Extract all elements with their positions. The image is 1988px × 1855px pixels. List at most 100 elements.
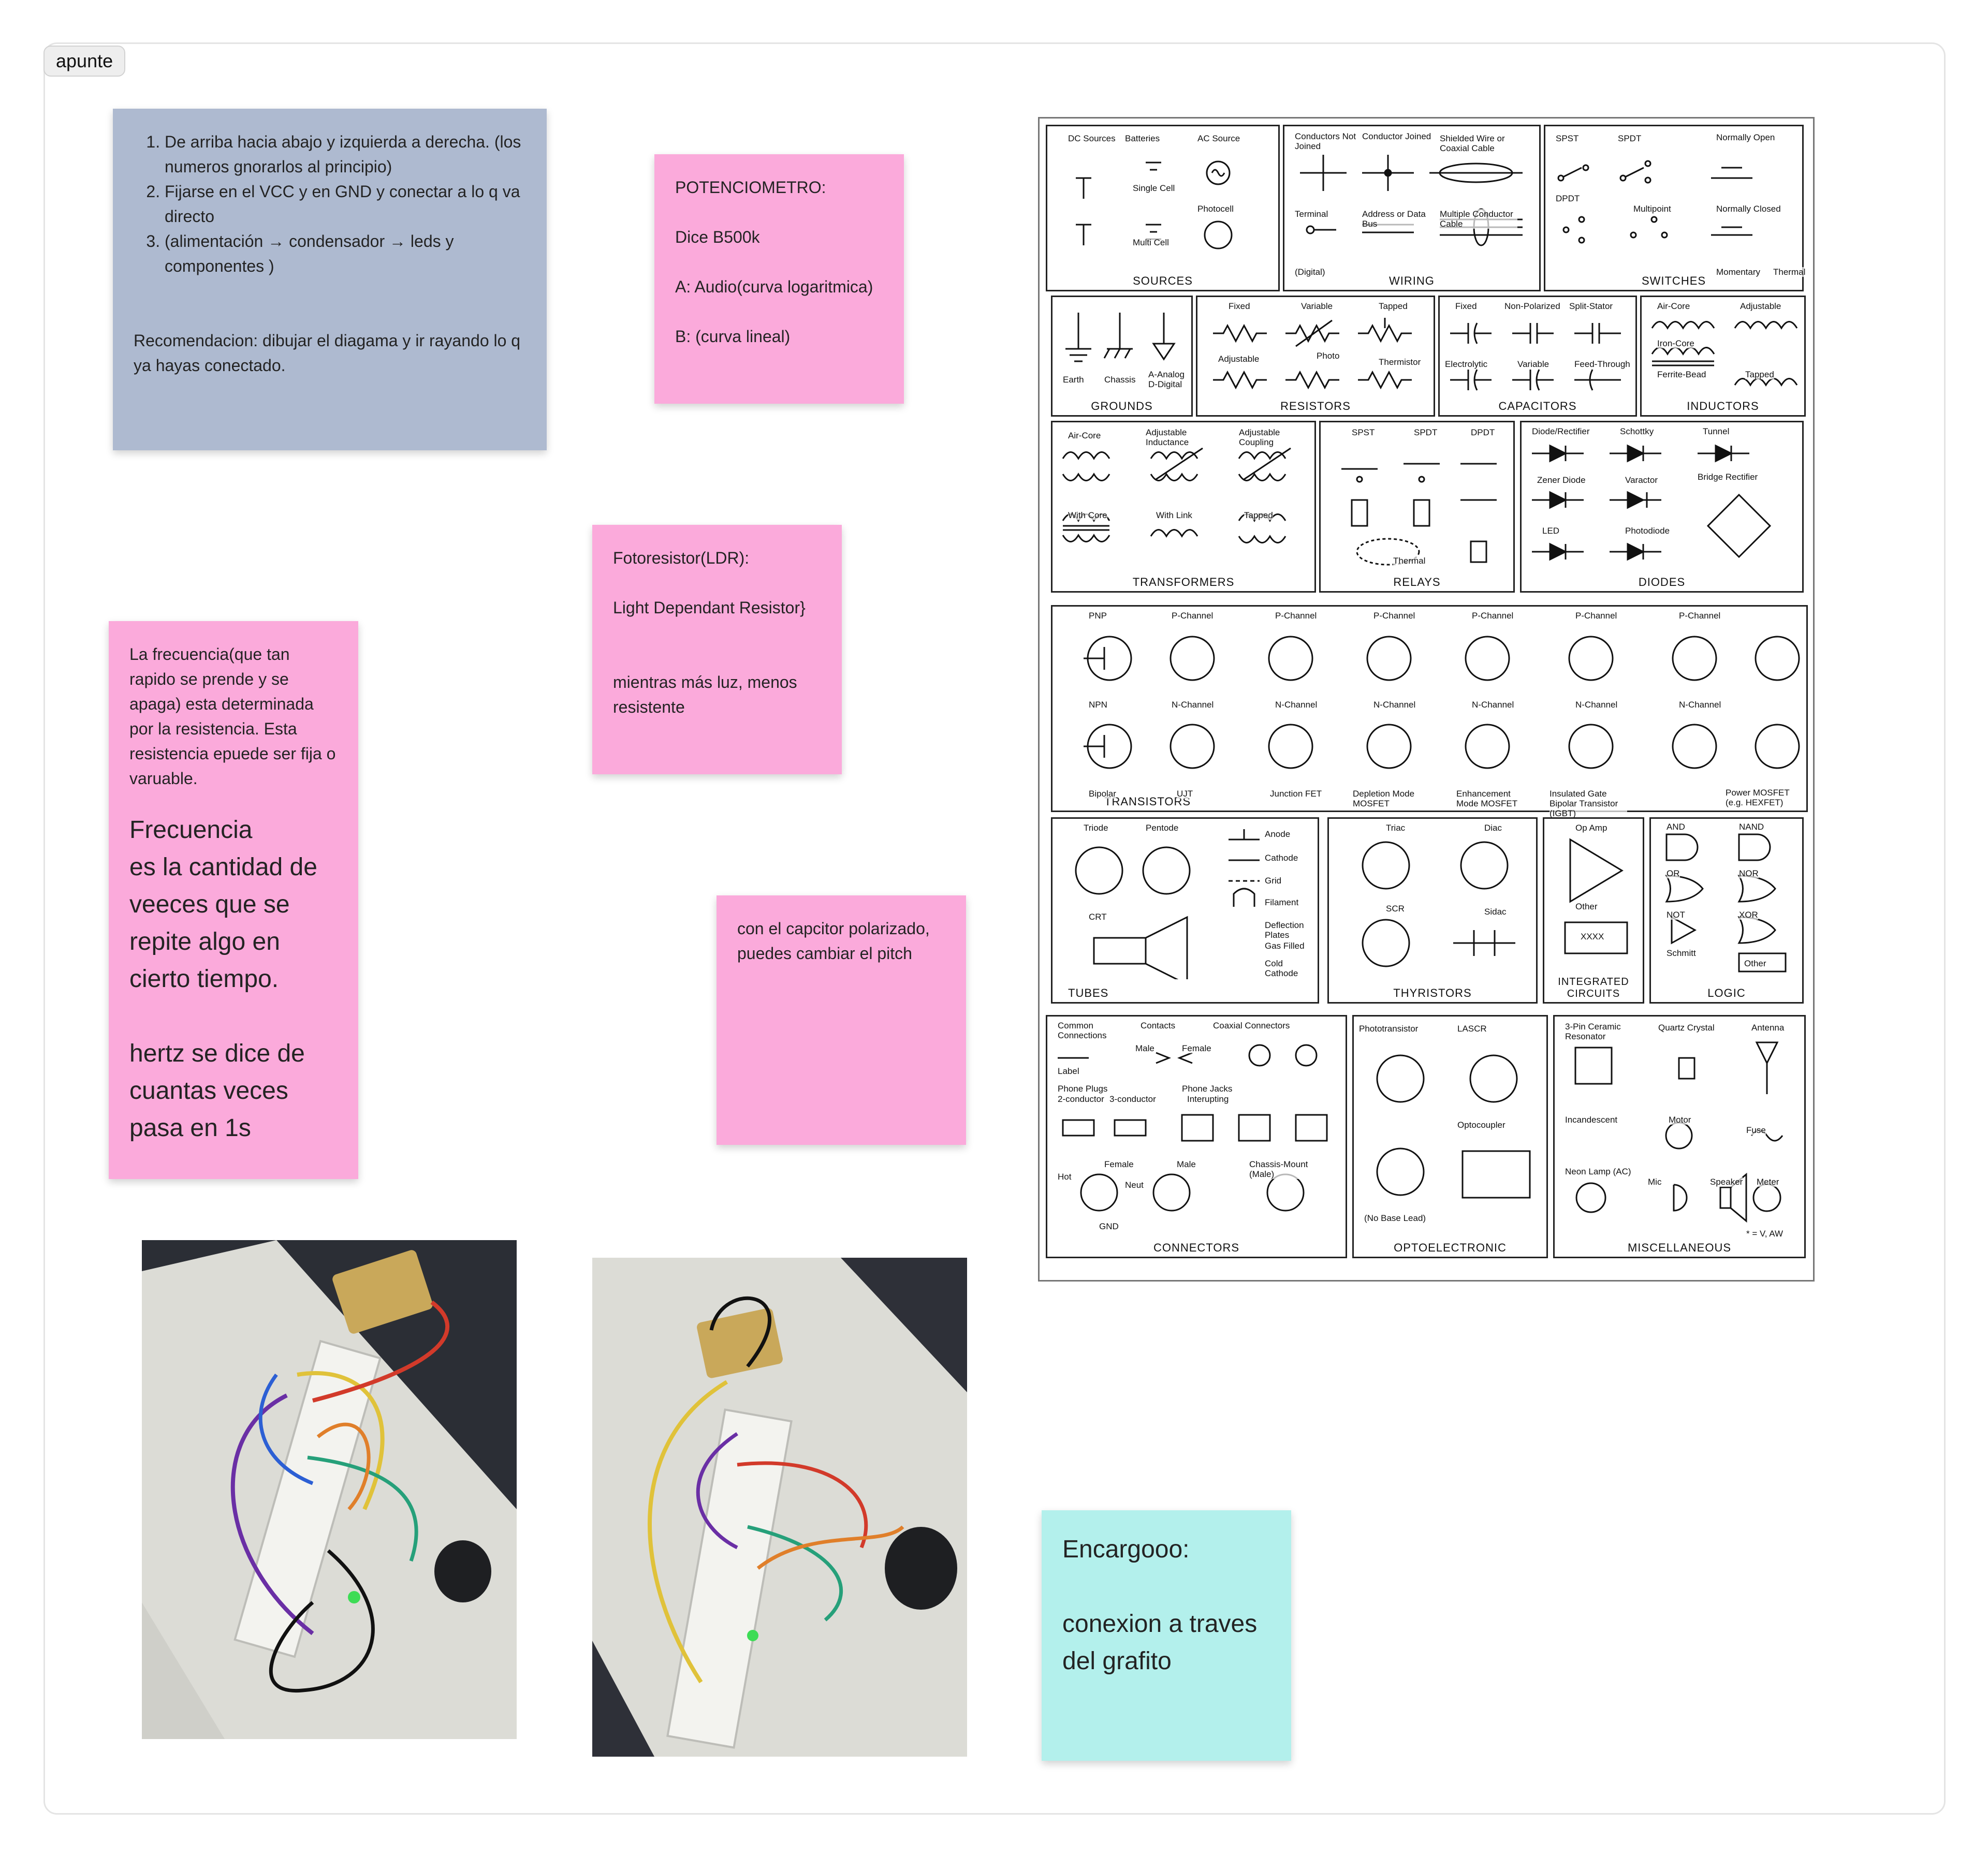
symbol-label: SPDT xyxy=(1414,428,1438,437)
symbol-label: P-Channel xyxy=(1373,611,1415,621)
symbol-label: Neon Lamp (AC) xyxy=(1565,1167,1631,1176)
symbol-label: Coaxial Connectors xyxy=(1213,1021,1290,1030)
note-large-text: hertz se dice de cuantas veces pasa en 1… xyxy=(129,1040,305,1142)
panel-connectors: CONNECTORS Common Connections Contacts Coa… xyxy=(1046,1015,1347,1258)
panel-grounds: GROUNDS Earth Chassis A-Analog D-Digital xyxy=(1051,296,1193,417)
resistors-symbols xyxy=(1213,318,1412,390)
symbol-label: GND xyxy=(1099,1221,1119,1231)
symbol-label: Cathode xyxy=(1265,853,1298,863)
symbol-label: Antenna xyxy=(1751,1023,1785,1033)
symbol-label: Junction FET xyxy=(1270,789,1322,799)
symbol-label: Phone Plugs xyxy=(1058,1084,1108,1094)
symbol-label: Female xyxy=(1182,1043,1211,1053)
symbol-label: Pentode xyxy=(1146,823,1179,833)
breadboard-photo-1[interactable] xyxy=(142,1240,517,1739)
panel-title: SOURCES xyxy=(1133,274,1193,287)
panel-integrated-circuits: INTEGRATED CIRCUITS Op Amp Other XXXX xyxy=(1543,817,1644,1004)
symbol-label: Fixed xyxy=(1229,301,1250,311)
symbol-label: Variable xyxy=(1517,359,1550,369)
symbol-label: Triode xyxy=(1084,823,1108,833)
symbol-label: AND xyxy=(1667,822,1685,832)
symbol-label: DPDT xyxy=(1556,194,1580,203)
symbol-label: N-Channel xyxy=(1679,700,1721,710)
note-title: POTENCIOMETRO: xyxy=(675,178,826,197)
symbol-label: Conductor Joined xyxy=(1362,131,1431,141)
ic-symbols xyxy=(1564,838,1628,954)
panel-title: TUBES xyxy=(1068,987,1109,999)
symbol-label: Multipoint xyxy=(1633,204,1671,214)
symbol-label: Female xyxy=(1104,1159,1134,1169)
symbol-label: Single Cell xyxy=(1133,183,1175,193)
note-line: mientras más luz, menos resistente xyxy=(613,673,797,716)
panel-capacitors: CAPACITORS Fixed Non-Polarized Split-Stato… xyxy=(1438,296,1637,417)
frame-label[interactable]: apunte xyxy=(43,46,126,77)
symbol-label: Multiple Conductor Cable xyxy=(1440,209,1517,229)
potenciometro-note[interactable]: POTENCIOMETRO: Dice B500k A: Audio(curva… xyxy=(654,154,904,404)
symbol-label: Fixed xyxy=(1455,301,1477,311)
panel-title: TRANSFORMERS xyxy=(1132,576,1235,588)
symbol-label: DC Sources xyxy=(1068,134,1116,143)
electronic-symbols-chart[interactable]: SOURCES DC Sources Batteries AC Source Sing… xyxy=(1038,117,1815,1282)
symbol-label: CRT xyxy=(1089,912,1107,922)
panel-title: INTEGRATED CIRCUITS xyxy=(1558,976,1629,999)
symbol-label: SPST xyxy=(1556,134,1579,143)
panel-transformers: TRANSFORMERS Air-Core Adjustable Inductan… xyxy=(1051,421,1316,593)
panel-relays: RELAYS SPST SPDT DPDT Thermal xyxy=(1319,421,1515,593)
symbol-label: Enhancement Mode MOSFET xyxy=(1456,789,1534,808)
symbol-label: Motor xyxy=(1669,1115,1691,1125)
symbol-label: Schottky xyxy=(1620,426,1654,436)
fotoresistor-note[interactable]: Fotoresistor(LDR): Light Dependant Resis… xyxy=(592,525,842,774)
symbol-label: NAND xyxy=(1739,822,1764,832)
capacitor-note[interactable]: con el capcitor polarizado, puedes cambi… xyxy=(717,895,966,1145)
instruction-item: De arriba hacia abajo y izquierda a dere… xyxy=(165,129,526,179)
symbol-label: Schmitt xyxy=(1667,948,1696,958)
frecuencia-note[interactable]: La frecuencia(que tan rapido se prende y… xyxy=(109,621,358,1179)
symbol-label: Earth xyxy=(1063,375,1084,385)
symbol-label: P-Channel xyxy=(1472,611,1514,621)
note-small-text: La frecuencia(que tan rapido se prende y… xyxy=(129,645,336,788)
panel-title: GROUNDS xyxy=(1091,400,1153,413)
symbol-label: SPDT xyxy=(1618,134,1642,143)
instructions-list: De arriba hacia abajo y izquierda a dere… xyxy=(134,129,526,278)
note-line: Light Dependant Resistor} xyxy=(613,598,806,617)
miscellaneous-symbols xyxy=(1574,1041,1784,1223)
symbol-label: LASCR xyxy=(1457,1024,1487,1034)
symbol-label: Tapped xyxy=(1379,301,1408,311)
panel-logic: LOGIC AND NAND OR NOR NOT XOR Schmitt Other xyxy=(1649,817,1804,1004)
note-line: con el capcitor polarizado, puedes cambi… xyxy=(737,919,930,963)
breadboard-photo-2[interactable] xyxy=(592,1258,967,1757)
symbol-label: Optocoupler xyxy=(1457,1120,1505,1130)
symbol-label: Phone Jacks xyxy=(1182,1084,1233,1094)
symbol-label: Varactor xyxy=(1625,475,1658,485)
panel-tubes: TUBES Triode Pentode Anode Cathode Grid Filam… xyxy=(1051,817,1319,1004)
note-line: conexion a traves del grafito xyxy=(1062,1610,1258,1675)
symbol-label: Thermal xyxy=(1773,267,1806,277)
symbol-label: (Digital) xyxy=(1295,267,1325,277)
symbol-label: Other xyxy=(1575,902,1598,911)
panel-title: MISCELLANEOUS xyxy=(1627,1241,1732,1254)
symbol-label: * = V, AW xyxy=(1746,1229,1784,1239)
symbol-label: A-Analog D-Digital xyxy=(1148,370,1191,389)
symbol-label: Adjustable Coupling xyxy=(1239,428,1314,447)
capacitors-symbols xyxy=(1450,322,1621,391)
symbol-label: Thermal xyxy=(1393,556,1426,566)
symbol-label: Feed-Through xyxy=(1574,359,1630,369)
panel-diodes: DIODES Diode/Rectifier Schottky Tunnel Zene… xyxy=(1520,421,1804,593)
symbol-label: Fuse xyxy=(1746,1125,1766,1135)
symbol-label: N-Channel xyxy=(1172,700,1214,710)
symbol-label: Anode xyxy=(1265,829,1291,839)
symbol-label: Interupting xyxy=(1187,1094,1229,1104)
symbol-label: Chassis-Mount (Male) xyxy=(1249,1159,1327,1179)
panel-inductors: INDUCTORS Air-Core Adjustable Iron-Core Fer… xyxy=(1640,296,1806,417)
symbol-label: Iron-Core xyxy=(1657,338,1694,348)
encargo-note[interactable]: Encargooo: conexion a traves del grafito xyxy=(1042,1510,1291,1761)
instructions-note[interactable]: De arriba hacia abajo y izquierda a dere… xyxy=(113,109,547,450)
symbol-label: Photocell xyxy=(1197,204,1234,214)
panel-resistors: RESISTORS Fixed Variable Tapped Adjustable P… xyxy=(1196,296,1435,417)
symbol-label: 3-Pin Ceramic Resonator xyxy=(1565,1022,1643,1041)
symbol-label: Adjustable xyxy=(1740,301,1781,311)
symbol-label: NOR xyxy=(1739,868,1759,878)
symbol-label: DPDT xyxy=(1471,428,1495,437)
symbol-label: Grid xyxy=(1265,876,1282,886)
symbol-label: Chassis xyxy=(1104,375,1136,385)
